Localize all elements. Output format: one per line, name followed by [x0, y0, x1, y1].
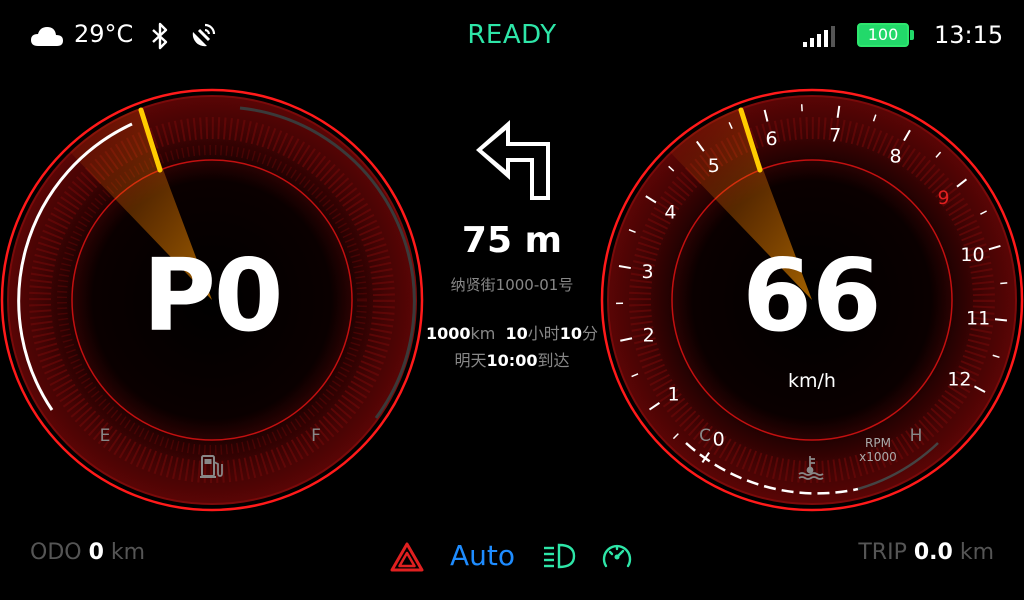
- headlight-icon[interactable]: [542, 542, 576, 570]
- remaining-minutes-unit: 分: [582, 324, 599, 343]
- arrival-time-value: 10:00: [486, 351, 538, 370]
- turn-left-arrow-icon: [476, 120, 550, 200]
- remaining-distance-value: 1000: [425, 324, 471, 343]
- clock: 13:15: [934, 21, 1004, 49]
- status-bar: 29°C READY 100 13:15: [0, 0, 1024, 70]
- cruise-control-icon[interactable]: [600, 540, 634, 572]
- temp-hot-label: H: [910, 426, 923, 446]
- temp-cold-label: C: [699, 426, 711, 446]
- arrival-prefix: 明天: [454, 351, 487, 370]
- trip-value: 0.0: [913, 540, 953, 565]
- arrival-suffix: 到达: [537, 351, 570, 370]
- rpm-tick-label: 5: [708, 155, 720, 177]
- rpm-tick-label: 8: [889, 145, 901, 167]
- odo-unit: km: [110, 540, 146, 565]
- turn-distance: 75 m: [461, 220, 563, 261]
- fuel-empty-label: E: [100, 426, 111, 446]
- trip-unit: km: [959, 540, 994, 565]
- odo-value: 0: [88, 540, 104, 565]
- rpm-tick-label: 9: [938, 187, 950, 209]
- battery-indicator: 100: [857, 23, 909, 47]
- trip-label: TRIP: [858, 540, 907, 565]
- hazard-warning-icon[interactable]: [390, 542, 424, 572]
- fuel-full-label: F: [311, 426, 321, 446]
- rpm-tick-label: 7: [829, 125, 841, 147]
- odometer: ODO 0 km: [30, 540, 145, 565]
- battery-nub: [910, 30, 914, 40]
- odo-label: ODO: [30, 540, 82, 565]
- remaining-hours-value: 10: [505, 324, 528, 343]
- speed-readout: 66: [742, 237, 882, 354]
- remaining-minutes-value: 10: [559, 324, 583, 343]
- rpm-unit-line1: RPM: [865, 436, 891, 450]
- street-name: 纳贤街1000-01号: [450, 276, 574, 294]
- remaining-hours-unit: 小时: [527, 324, 560, 343]
- signal-bars-icon: [803, 26, 835, 47]
- rpm-unit-label: RPM x1000: [854, 436, 902, 464]
- speed-unit: km/h: [788, 370, 836, 392]
- battery-percent: 100: [867, 25, 899, 44]
- gear-indicator: P0: [142, 237, 284, 354]
- rpm-unit-line2: x1000: [859, 450, 897, 464]
- remaining-distance-unit: km: [470, 324, 496, 343]
- rpm-tick-label: 0: [713, 428, 725, 450]
- rpm-tick-label: 6: [766, 128, 778, 150]
- rpm-tick-label: 4: [664, 202, 676, 224]
- trip-meter: TRIP 0.0 km: [858, 540, 994, 565]
- auto-headlight-mode[interactable]: Auto: [450, 539, 515, 572]
